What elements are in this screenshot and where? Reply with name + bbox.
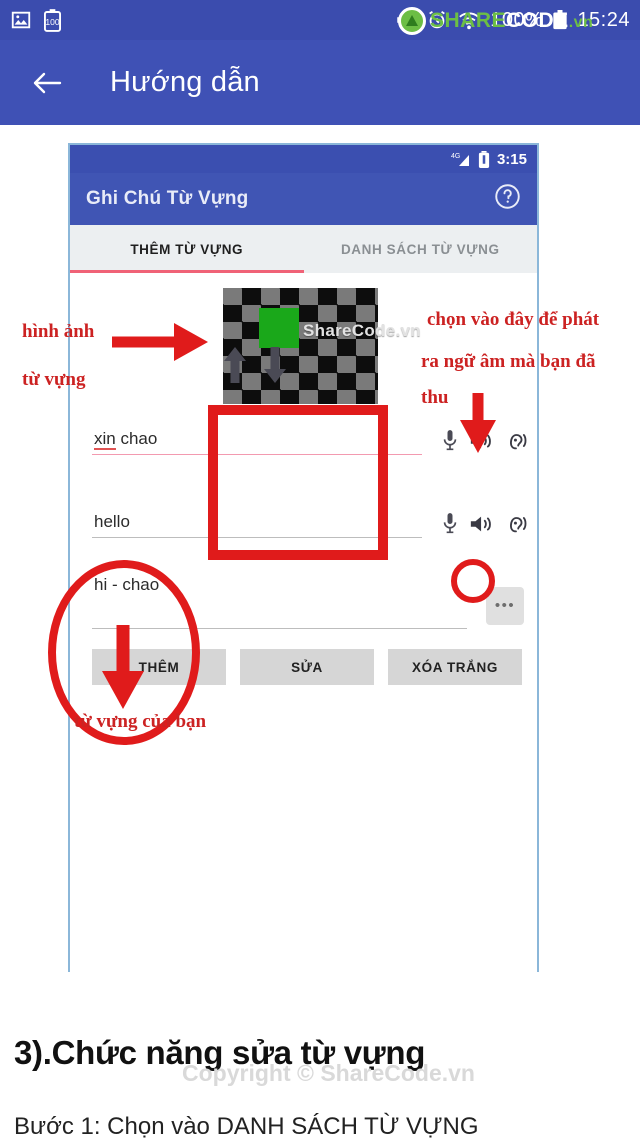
green-square-swatch (259, 308, 299, 348)
battery-saver-icon: 100 (44, 8, 61, 32)
app-bar: Hướng dẫn (0, 40, 640, 125)
image-watermark-text: ShareCode.vn (303, 321, 421, 340)
sharecode-watermark-logo: SHARECODE.vn (398, 6, 593, 35)
copyright-watermark: Copyright © ShareCode.vn (182, 1060, 475, 1086)
meaning-row-icons (440, 512, 528, 536)
wordmark-share: SHARE (430, 8, 507, 32)
embedded-clock-text: 3:15 (496, 150, 527, 168)
microphone-icon[interactable] (440, 512, 460, 536)
sharecode-badge-icon (398, 6, 426, 35)
arrow-up-icon[interactable] (220, 345, 250, 385)
reorder-arrows (220, 345, 290, 385)
embedded-status-bar: 4G 3:15 (70, 145, 537, 173)
page-title: Hướng dẫn (110, 66, 260, 98)
vocabulary-rest-text: chao (115, 429, 158, 448)
wordmark-code: CODE (506, 8, 569, 32)
annotation-bottom: từ vựng của bạn (74, 711, 207, 732)
speaker-icon[interactable] (469, 512, 495, 536)
misspelled-word: xin (94, 429, 116, 450)
annotation-rect-image (208, 405, 388, 560)
help-circle-icon (495, 184, 520, 209)
annotation-right-line3: thu (421, 387, 449, 408)
battery-badge-text: 100 (45, 17, 59, 27)
annotation-arrow-to-add-button (102, 625, 144, 709)
overflow-menu-button[interactable]: ••• (486, 587, 524, 625)
embedded-app-title: Ghi Chú Từ Vựng (86, 188, 249, 209)
sharecode-wordmark: SHARECODE.vn (430, 9, 593, 33)
ear-listen-icon[interactable] (504, 512, 528, 536)
annotation-circle-speaker (451, 559, 495, 603)
help-button[interactable] (494, 183, 521, 215)
annotation-arrow-to-speaker (460, 393, 496, 453)
content-canvas: 4G 3:15 Ghi Chú Từ Vựng THÊM TỪ VỰNG DAN… (0, 125, 640, 1138)
tab-them-tu-vung[interactable]: THÊM TỪ VỰNG (70, 225, 304, 273)
back-button[interactable] (26, 62, 68, 104)
embedded-battery-icon (478, 150, 490, 168)
annotation-left-line1: hình ảnh (22, 321, 95, 342)
ear-listen-icon[interactable] (504, 429, 528, 453)
image-icon (11, 11, 31, 29)
annotation-right-line2: ra ngữ âm mà bạn đã (421, 351, 596, 372)
back-arrow-icon (33, 72, 62, 93)
annotation-left-line2: từ vựng (22, 369, 86, 390)
signal-4g-icon: 4G (451, 153, 469, 166)
annotation-arrow-to-image (112, 323, 208, 361)
annotation-right-line1: chọn vào đây để phát (427, 309, 600, 330)
embedded-app-bar: Ghi Chú Từ Vựng (70, 173, 537, 225)
status-bar-left-icons: 100 (10, 8, 61, 32)
tab-danh-sach-tu-vung[interactable]: DANH SÁCH TỪ VỰNG (304, 225, 538, 273)
meaning-input-value[interactable]: hello (94, 512, 130, 532)
vocabulary-input-value[interactable]: xin chao (94, 429, 158, 450)
step-text: Bước 1: Chọn vào DANH SÁCH TỪ VỰNG (14, 1113, 479, 1138)
clear-button[interactable]: XÓA TRẮNG (388, 649, 522, 685)
edit-button[interactable]: SỬA (240, 649, 374, 685)
network-type-text: 4G (451, 153, 460, 160)
arrow-down-icon[interactable] (260, 345, 290, 385)
embedded-tab-bar: THÊM TỪ VỰNG DANH SÁCH TỪ VỰNG (70, 225, 537, 273)
wordmark-tld: .vn (568, 13, 594, 31)
